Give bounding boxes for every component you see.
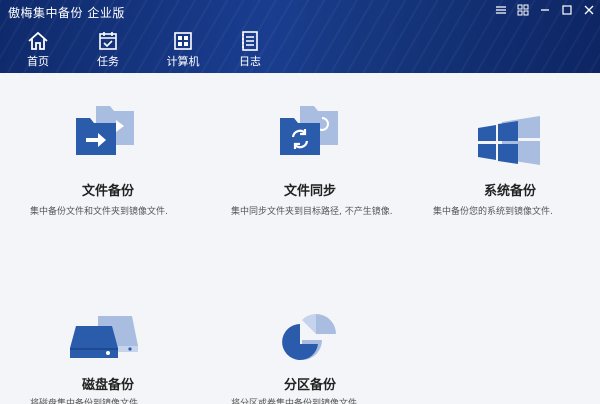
maximize-button[interactable] bbox=[556, 0, 578, 20]
disk-backup-icon bbox=[70, 316, 138, 358]
nav-label: 计算机 bbox=[166, 55, 200, 68]
nav-label: 首页 bbox=[27, 55, 49, 68]
tile-desc: 集中同步文件夹到目标路径, 不产生镜像. bbox=[231, 207, 393, 217]
file-sync-icon bbox=[280, 106, 338, 155]
disk-backup-tile[interactable]: 磁盘备份 将磁盘集中备份到镜像文件 bbox=[22, 310, 202, 404]
close-button[interactable] bbox=[578, 0, 600, 20]
nav-label: 日志 bbox=[239, 55, 261, 68]
log-icon bbox=[242, 31, 258, 51]
menu-icon bbox=[496, 6, 506, 14]
tile-desc: 集中备份文件和文件夹到镜像文件. bbox=[30, 207, 168, 217]
nav-logs[interactable]: 日志 bbox=[230, 30, 270, 69]
file-backup-icon bbox=[76, 106, 134, 155]
partition-backup-icon bbox=[282, 314, 336, 360]
system-backup-tile[interactable]: 系统备份 集中备份您的系统到镜像文件. bbox=[428, 100, 600, 220]
nav-label: 任务 bbox=[97, 55, 119, 68]
minimize-button[interactable] bbox=[534, 0, 556, 20]
computer-icon bbox=[174, 32, 192, 50]
file-sync-tile[interactable]: 文件同步 集中同步文件夹到目标路径, 不产生镜像. bbox=[226, 100, 406, 220]
title-bar: 傲梅集中备份 企业版 首页 任务 计算机 日志 bbox=[0, 0, 600, 73]
window-controls bbox=[490, 0, 600, 20]
system-backup-icon bbox=[478, 116, 540, 165]
tile-desc: 将分区或卷集中备份到镜像文件 bbox=[231, 399, 358, 404]
task-icon bbox=[99, 32, 117, 50]
tile-title: 系统备份 bbox=[484, 184, 537, 199]
home-icon bbox=[28, 31, 48, 50]
minimize-icon bbox=[541, 9, 549, 11]
main-nav: 首页 任务 计算机 日志 bbox=[18, 30, 270, 69]
tile-title: 文件备份 bbox=[82, 184, 135, 199]
tile-desc: 集中备份您的系统到镜像文件. bbox=[433, 207, 553, 217]
grid-icon bbox=[517, 4, 529, 16]
tile-title: 分区备份 bbox=[284, 378, 337, 393]
tile-title: 磁盘备份 bbox=[82, 378, 135, 393]
file-backup-tile[interactable]: 文件备份 集中备份文件和文件夹到镜像文件. bbox=[22, 100, 202, 220]
nav-home[interactable]: 首页 bbox=[18, 30, 58, 69]
tile-title: 文件同步 bbox=[284, 184, 337, 199]
maximize-icon bbox=[562, 5, 572, 15]
close-icon bbox=[584, 5, 594, 15]
nav-computers[interactable]: 计算机 bbox=[158, 30, 208, 69]
nav-tasks[interactable]: 任务 bbox=[88, 30, 128, 69]
restore-button[interactable] bbox=[512, 0, 534, 20]
app-title: 傲梅集中备份 企业版 bbox=[8, 6, 125, 20]
menu-button[interactable] bbox=[490, 0, 512, 20]
partition-backup-tile[interactable]: 分区备份 将分区或卷集中备份到镜像文件 bbox=[226, 310, 406, 404]
tile-desc: 将磁盘集中备份到镜像文件 bbox=[30, 399, 139, 404]
